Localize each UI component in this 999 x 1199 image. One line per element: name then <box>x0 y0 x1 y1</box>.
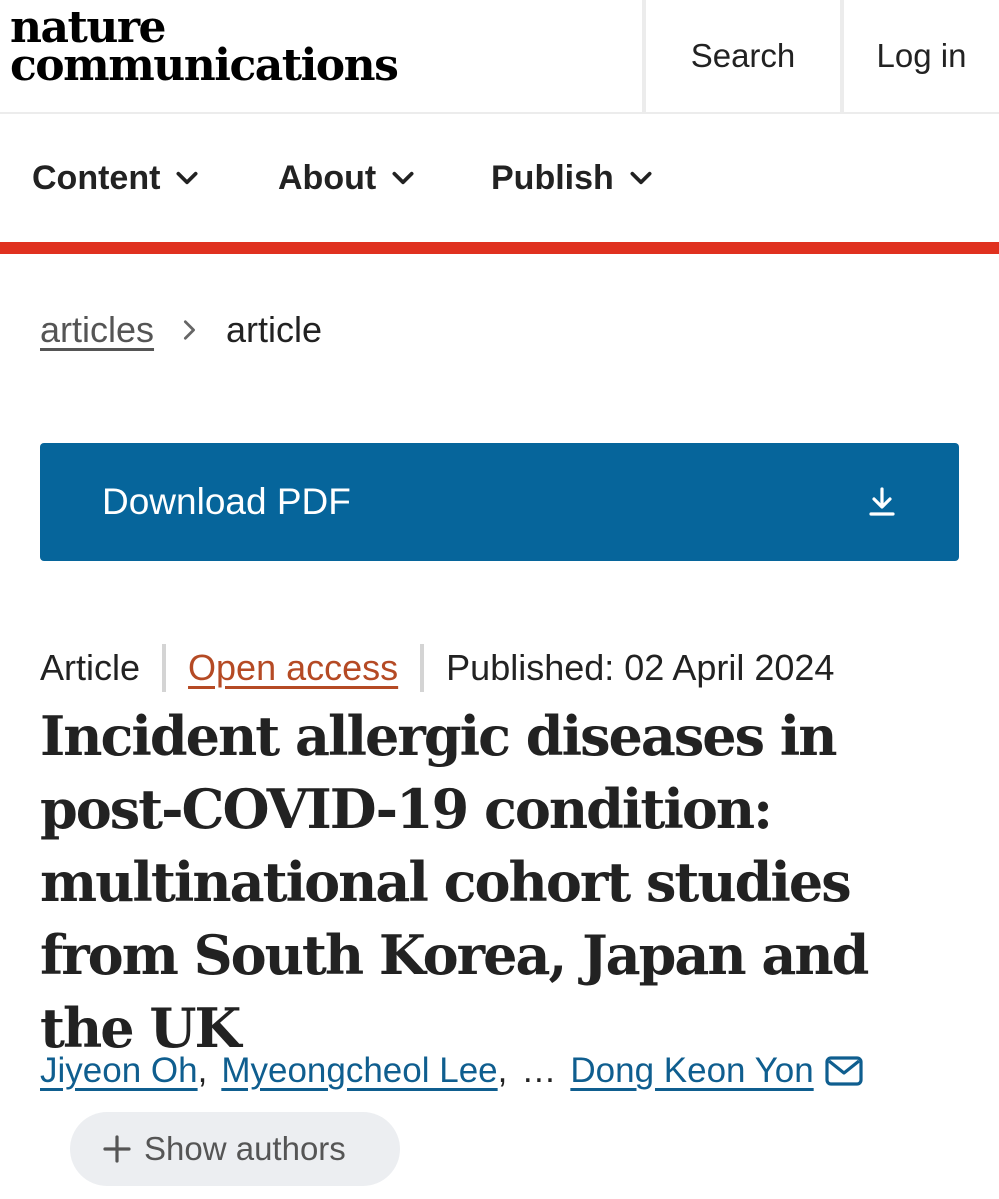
chevron-down-icon <box>630 171 652 185</box>
nav-item-label: About <box>278 158 377 197</box>
nav-item-about[interactable]: About <box>278 158 416 198</box>
author-separator: , <box>497 1051 508 1090</box>
meta-divider <box>162 644 167 692</box>
meta-divider <box>420 644 425 692</box>
logo-line-2: communications <box>10 40 399 91</box>
show-authors-label: Show authors <box>144 1130 346 1167</box>
nav-item-label: Content <box>32 158 161 197</box>
search-button[interactable]: Search <box>642 0 840 112</box>
breadcrumb-articles-link[interactable]: articles <box>40 309 154 351</box>
nav-item-publish[interactable]: Publish <box>491 158 654 198</box>
author-list: Jiyeon Oh, Myeongcheol Lee, … Dong Keon … <box>40 1046 864 1096</box>
article-type: Article <box>40 647 141 688</box>
breadcrumb: articles article <box>40 308 322 352</box>
download-icon <box>869 487 895 516</box>
author-link[interactable]: Jiyeon Oh <box>40 1051 198 1091</box>
download-pdf-button[interactable]: Download PDF <box>40 443 959 561</box>
author-separator: , <box>197 1051 208 1090</box>
nav-item-content[interactable]: Content <box>32 158 200 198</box>
article-meta: Article Open access Published: 02 April … <box>40 644 834 692</box>
main-nav: Content About Publish <box>0 114 999 242</box>
journal-logo[interactable]: nature communications <box>10 6 399 91</box>
author-link[interactable]: Myeongcheol Lee <box>221 1051 497 1091</box>
open-access-link[interactable]: Open access <box>188 647 398 689</box>
chevron-down-icon <box>392 171 414 185</box>
author-ellipsis: … <box>521 1051 557 1090</box>
mail-icon[interactable] <box>824 1054 864 1088</box>
nav-item-label: Publish <box>491 158 614 197</box>
show-authors-button[interactable]: Show authors <box>70 1112 400 1186</box>
accent-divider <box>0 242 999 254</box>
download-pdf-label: Download PDF <box>102 481 351 522</box>
article-title: Incident allergic diseases in post-COVID… <box>40 704 869 1060</box>
published-date: Published: 02 April 2024 <box>446 647 835 688</box>
breadcrumb-current: article <box>226 309 323 350</box>
author-link[interactable]: Dong Keon Yon <box>570 1051 813 1091</box>
chevron-down-icon <box>176 171 198 185</box>
chevron-right-icon <box>183 320 195 340</box>
login-button[interactable]: Log in <box>840 0 999 112</box>
plus-icon <box>103 1135 131 1163</box>
site-header: nature communications Search Log in <box>0 0 999 114</box>
